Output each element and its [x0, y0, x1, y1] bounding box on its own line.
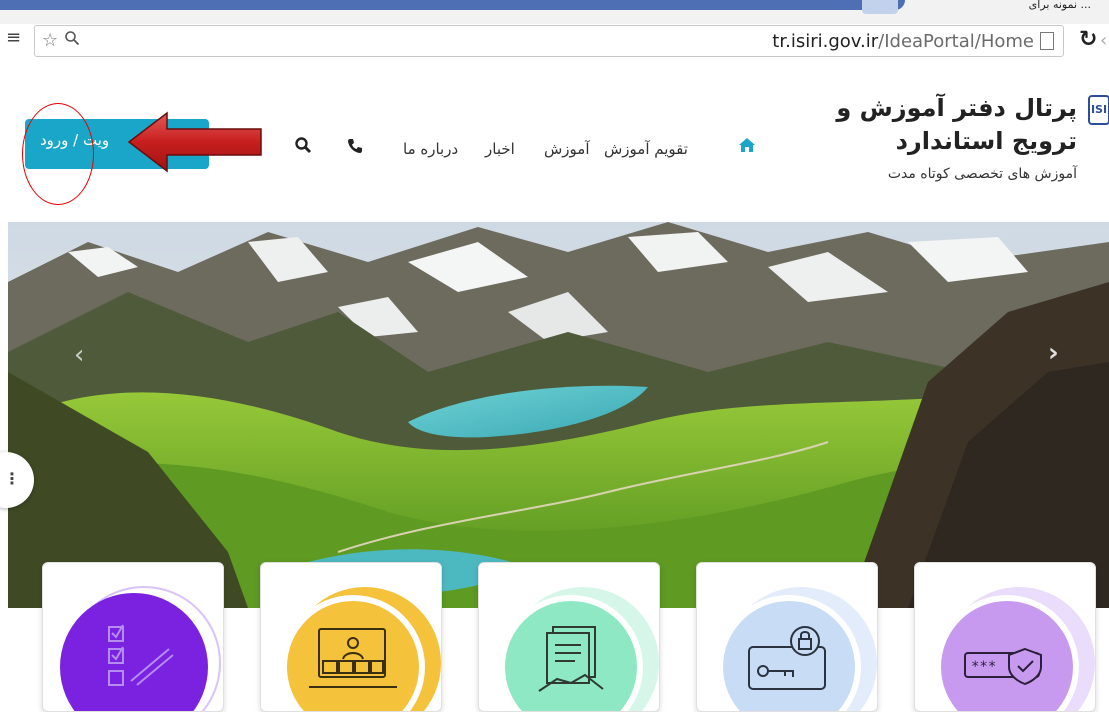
browser-tab-knob[interactable]: [862, 0, 898, 14]
nav-item-news[interactable]: اخبار: [485, 140, 515, 158]
url-text[interactable]: tr.isiri.gov.ir/IdeaPortal/Home: [772, 31, 1034, 52]
phone-icon[interactable]: [346, 137, 364, 160]
nav-item-about[interactable]: درباره ما: [403, 140, 458, 158]
corner-text: ... نمونه برای: [1028, 0, 1091, 11]
menu-icon[interactable]: ≡: [6, 29, 24, 47]
site-title: پرتال دفتر آموزش و ترویج استاندارد: [836, 94, 1077, 155]
back-icon[interactable]: ‹: [1100, 30, 1107, 51]
nav-item-training-calendar[interactable]: تقویم آموزش: [604, 140, 688, 158]
service-card-online-class[interactable]: [260, 562, 442, 712]
home-icon[interactable]: [738, 137, 756, 158]
star-icon[interactable]: ☆: [42, 30, 58, 52]
site-logo[interactable]: ISI: [1088, 95, 1109, 125]
annotation-arrow: [127, 111, 262, 173]
service-card-agreement[interactable]: [478, 562, 660, 712]
hero-slider[interactable]: [8, 222, 1109, 608]
site-subtitle: آموزش های تخصصی کوتاه مدت: [887, 166, 1077, 182]
slider-next-icon[interactable]: ›: [1048, 338, 1059, 368]
service-card-password-key[interactable]: [696, 562, 878, 712]
svg-text:***: ***: [971, 659, 996, 675]
browser-tab-bar[interactable]: [0, 0, 905, 10]
service-card-secure-password[interactable]: ***: [914, 562, 1096, 712]
service-card-checklist[interactable]: [42, 562, 224, 712]
nav-item-training[interactable]: آموزش: [544, 140, 590, 158]
url-path: /IdeaPortal/Home: [878, 31, 1034, 52]
slider-prev-icon[interactable]: ‹: [74, 340, 84, 370]
annotation-circle: [22, 103, 94, 205]
hero-landscape-image: [8, 222, 1109, 608]
vertical-dots-icon[interactable]: ⋮: [4, 469, 20, 488]
zoom-icon[interactable]: [64, 30, 80, 52]
search-icon[interactable]: [294, 136, 312, 159]
reload-icon[interactable]: ↻: [1079, 27, 1097, 53]
url-host: tr.isiri.gov.ir: [772, 31, 879, 52]
page-info-icon[interactable]: [1040, 32, 1054, 50]
